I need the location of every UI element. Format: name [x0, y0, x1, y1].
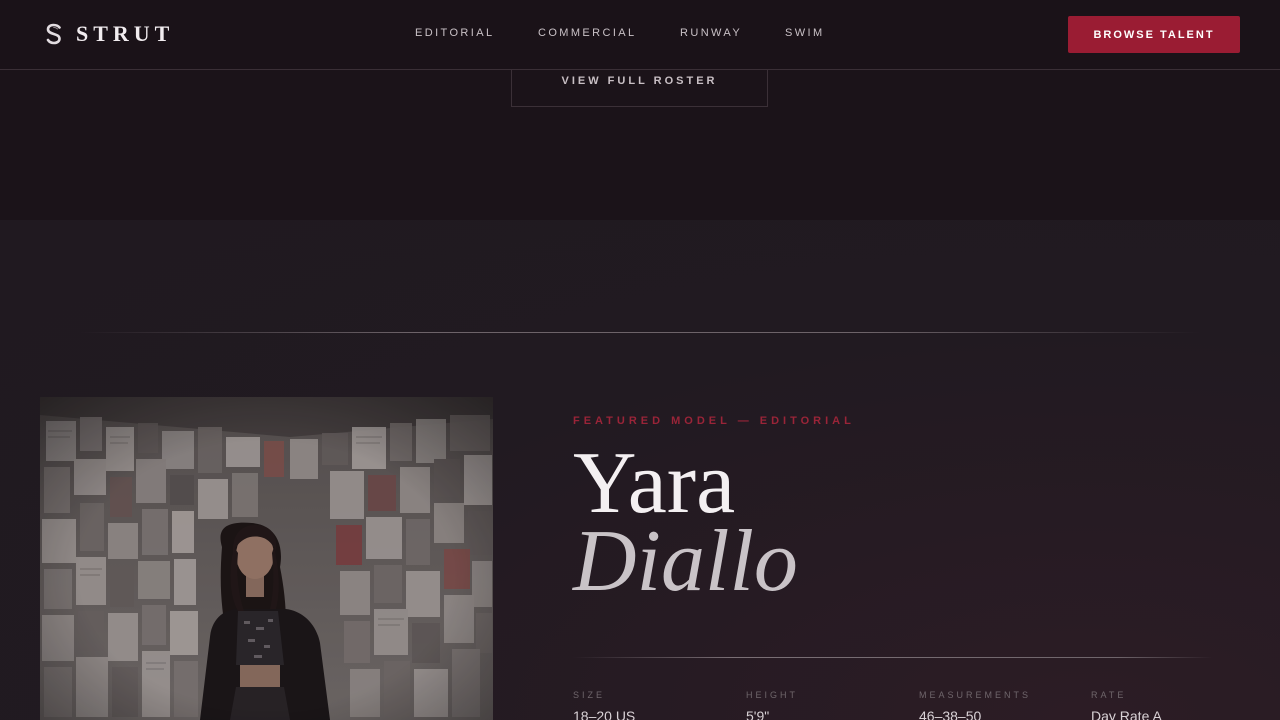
site-header: STRUT EDITORIAL COMMERCIAL RUNWAY SWIM B… [0, 0, 1280, 70]
stat-height: HEIGHT 5'9" [746, 690, 798, 720]
stat-label: SIZE [573, 690, 606, 700]
model-last-name: Diallo [573, 513, 798, 610]
stat-size: SIZE 18–20 US [573, 690, 635, 720]
featured-model-photo [40, 397, 493, 720]
page: STRUT EDITORIAL COMMERCIAL RUNWAY SWIM B… [0, 0, 1280, 720]
stat-value: 5'9" [746, 708, 770, 720]
section-divider [80, 332, 1200, 333]
nav-item-runway[interactable]: RUNWAY [680, 27, 742, 39]
stat-value: 46–38–50 [919, 708, 982, 720]
stat-label: MEASUREMENTS [919, 690, 1032, 700]
stat-measurements: MEASUREMENTS 46–38–50 [919, 690, 1031, 720]
stat-value: 18–20 US [573, 708, 636, 720]
browse-talent-button[interactable]: BROWSE TALENT [1068, 16, 1240, 53]
brand-logo[interactable]: STRUT [44, 20, 174, 48]
featured-eyebrow: FEATURED MODEL — EDITORIAL [573, 415, 855, 427]
stat-value: Day Rate A [1091, 708, 1162, 720]
roster-section: VIEW FULL ROSTER [0, 56, 1280, 220]
nav-item-editorial[interactable]: EDITORIAL [415, 27, 494, 39]
s-logo-icon [44, 22, 64, 46]
stats-divider [573, 657, 1213, 658]
brand-name: STRUT [76, 21, 175, 46]
nav-item-swim[interactable]: SWIM [785, 27, 825, 39]
stat-rate: RATE Day Rate A [1091, 690, 1162, 720]
featured-model-section: FEATURED MODEL — EDITORIAL Yara Diallo S… [0, 220, 1280, 720]
nav-item-commercial[interactable]: COMMERCIAL [538, 27, 637, 39]
stat-label: HEIGHT [746, 690, 799, 700]
stat-label: RATE [1091, 690, 1127, 700]
